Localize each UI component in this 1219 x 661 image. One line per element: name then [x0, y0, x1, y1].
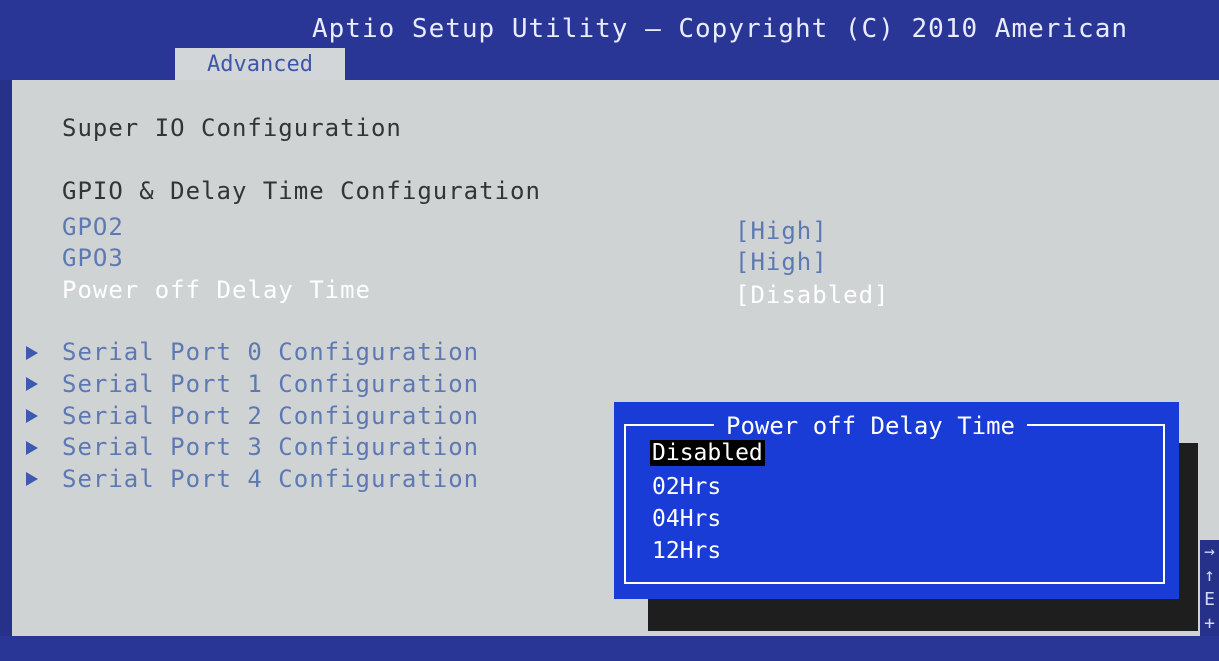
setting-value-gpo2[interactable]: [High] [735, 217, 828, 245]
submenu-arrow-icon [26, 409, 38, 423]
submenu-serial-port-2[interactable]: Serial Port 2 Configuration [62, 402, 479, 430]
submenu-serial-port-4[interactable]: Serial Port 4 Configuration [62, 465, 479, 493]
submenu-arrow-icon [26, 441, 38, 455]
submenu-serial-port-1[interactable]: Serial Port 1 Configuration [62, 370, 479, 398]
submenu-arrow-icon [26, 346, 38, 360]
popup-title: Power off Delay Time [714, 412, 1027, 440]
help-key-letter: E [1204, 589, 1215, 610]
setting-label-power-off-delay[interactable]: Power off Delay Time [62, 276, 371, 304]
section-title: GPIO & Delay Time Configuration [62, 177, 541, 205]
page-title: Super IO Configuration [62, 114, 402, 142]
arrow-up-icon: ↑ [1204, 565, 1215, 586]
setting-label-gpo3[interactable]: GPO3 [62, 244, 124, 272]
submenu-serial-port-0[interactable]: Serial Port 0 Configuration [62, 338, 479, 366]
title-bar: Aptio Setup Utility – Copyright (C) 2010… [0, 0, 1219, 80]
submenu-arrow-icon [26, 377, 38, 391]
setting-value-power-off-delay[interactable]: [Disabled] [735, 281, 890, 309]
submenu-serial-port-3[interactable]: Serial Port 3 Configuration [62, 433, 479, 461]
popup-option-02hrs[interactable]: 02Hrs [652, 474, 721, 500]
arrow-right-icon: → [1204, 541, 1215, 562]
option-popup: Power off Delay Time Disabled 02Hrs 04Hr… [614, 402, 1179, 599]
app-title: Aptio Setup Utility – Copyright (C) 2010… [312, 14, 1129, 44]
plus-icon: + [1204, 613, 1215, 634]
help-key-strip: → ↑ E + [1200, 540, 1219, 640]
submenu-arrow-icon [26, 472, 38, 486]
popup-option-04hrs[interactable]: 04Hrs [652, 506, 721, 532]
tab-advanced[interactable]: Advanced [175, 48, 345, 80]
bottom-bar [0, 636, 1219, 661]
popup-option-12hrs[interactable]: 12Hrs [652, 538, 721, 564]
setting-value-gpo3[interactable]: [High] [735, 248, 828, 276]
popup-option-disabled[interactable]: Disabled [650, 440, 765, 466]
setting-label-gpo2[interactable]: GPO2 [62, 213, 124, 241]
